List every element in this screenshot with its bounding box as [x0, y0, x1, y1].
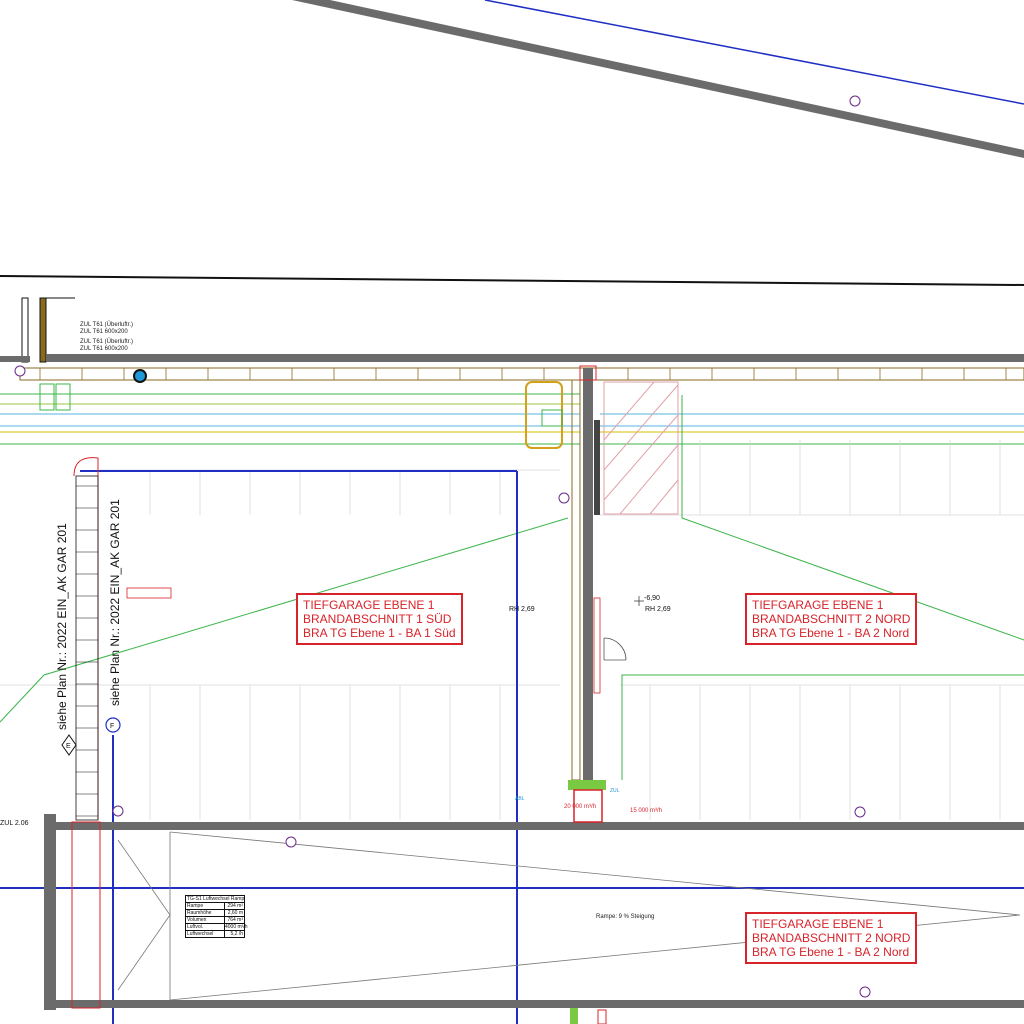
level-cross	[634, 596, 644, 606]
ramp-ventilation-table: TG-S1 Luftwechsel Rampe Rampe 294 m² Raum…	[185, 895, 248, 938]
plan-reference-f: siehe Plan Nr.: 2022 EIN_AK GAR 201	[108, 499, 122, 706]
site-boundary-line	[0, 275, 1024, 286]
table-row: Rampe 294 m²	[186, 902, 244, 909]
shaft-lower	[568, 780, 607, 1024]
svg-text:F: F	[110, 723, 114, 730]
zone-label-ba2-nord-upper: TIEFGARAGE EBENE 1 BRANDABSCHNITT 2 NORD…	[745, 593, 918, 645]
flow-tag: ABL	[515, 796, 525, 802]
svg-text:ZUL T61 (Überluftr.): ZUL T61 (Überluftr.)	[80, 321, 133, 328]
floor-plan-drawing: ZUL T61 (Überluftr.) ZUL T61 600x200 ZUL…	[0, 0, 1024, 1024]
ventilation-ducts	[0, 381, 1024, 449]
zone-line: TIEFGARAGE EBENE 1	[752, 598, 884, 612]
stair-column-cells	[76, 485, 98, 817]
zone-label-ba2-nord-lower: TIEFGARAGE EBENE 1 BRANDABSCHNITT 2 NORD…	[745, 912, 918, 964]
svg-text:ZUL T61 (Überluftr.): ZUL T61 (Überluftr.)	[80, 338, 133, 345]
grid-marker-e: E	[61, 734, 77, 756]
table-row: Volumen 764 m³	[186, 916, 244, 923]
zone-line: BRANDABSCHNITT 2 NORD	[752, 612, 911, 626]
svg-text:ZUL T61 600x200: ZUL T61 600x200	[80, 346, 128, 352]
left-wall	[44, 814, 56, 1010]
table-title-row: TG-S1 Luftwechsel Rampe	[186, 896, 244, 902]
table-cell: 4000 m³/h	[224, 924, 248, 930]
svg-text:ZUL T61 600x200: ZUL T61 600x200	[80, 329, 128, 335]
table-row: Luftwechsel 5,2 /h	[186, 930, 244, 937]
zone-line: BRA TG Ebene 1 - BA 1 Süd	[303, 626, 456, 640]
floor-plan-canvas: ZUL T61 (Überluftr.) ZUL T61 600x200 ZUL…	[0, 0, 1024, 1024]
table-cell: 2,60 m	[224, 910, 244, 916]
table-cell: 764 m³	[224, 917, 244, 923]
zone-line: TIEFGARAGE EBENE 1	[752, 917, 884, 931]
stair-structure-top-left	[0, 297, 75, 363]
zone-line: BRANDABSCHNITT 2 NORD	[752, 931, 911, 945]
table-cell: 294 m²	[224, 903, 244, 909]
zone-line: BRA TG Ebene 1 - BA 2 Nord	[752, 626, 910, 640]
lower-wall-top	[46, 822, 1024, 830]
stair-column-left	[73, 457, 99, 821]
table-cell: Luftwechsel	[187, 931, 214, 937]
axis-marker	[849, 95, 861, 107]
table-cell: Luftvol.	[187, 924, 204, 930]
zone-line: TIEFGARAGE EBENE 1	[303, 598, 435, 612]
lower-wall-bottom	[46, 1000, 1024, 1008]
left-label: ZUL 2.06	[0, 820, 29, 827]
svg-text:E: E	[66, 743, 71, 750]
drain-symbol	[133, 369, 147, 383]
flow-tag-2: ZUL	[610, 788, 620, 794]
small-red-tag	[126, 587, 172, 599]
table-row: Raumhöhe 2,60 m	[186, 909, 244, 916]
fire-compartment-boundary	[0, 395, 1024, 780]
flow-label-left: 20 000 m³/h	[564, 804, 596, 810]
plan-reference-e: siehe Plan Nr.: 2022 EIN_AK GAR 201	[55, 523, 69, 730]
table-cell: 5,2 /h	[224, 931, 244, 937]
table-cell: Volumen	[187, 917, 207, 923]
ramp-note: Rampe: 9 % Steigung	[596, 914, 654, 920]
room-height-left: RH 2,69	[509, 606, 535, 613]
parking-grid-lines	[0, 469, 1024, 686]
table-row: Luftvol. 4000 m³/h	[186, 923, 248, 930]
hatched-shaft-area	[603, 381, 679, 515]
room-height-right: RH 2,69	[645, 606, 671, 613]
central-shaft	[571, 365, 627, 781]
axis-markers	[14, 365, 871, 998]
table-cell: Raumhöhe	[187, 910, 212, 916]
zone-line: BRA TG Ebene 1 - BA 2 Nord	[752, 945, 910, 959]
diagonal-wall	[292, 0, 1024, 158]
zone-line: BRANDABSCHNITT 1 SÜD	[303, 612, 452, 626]
grid-marker-f: F	[105, 717, 121, 733]
table-cell: Rampe	[187, 903, 204, 909]
level-mark: -6,90	[644, 595, 660, 602]
zone-label-ba1-sued: TIEFGARAGE EBENE 1 BRANDABSCHNITT 1 SÜD …	[296, 593, 463, 645]
table-title: TG-S1 Luftwechsel Rampe	[187, 896, 244, 902]
upper-wall	[46, 354, 1024, 362]
column-strip-top	[19, 367, 1024, 381]
flow-label-right: 15 000 m³/h	[630, 808, 662, 814]
